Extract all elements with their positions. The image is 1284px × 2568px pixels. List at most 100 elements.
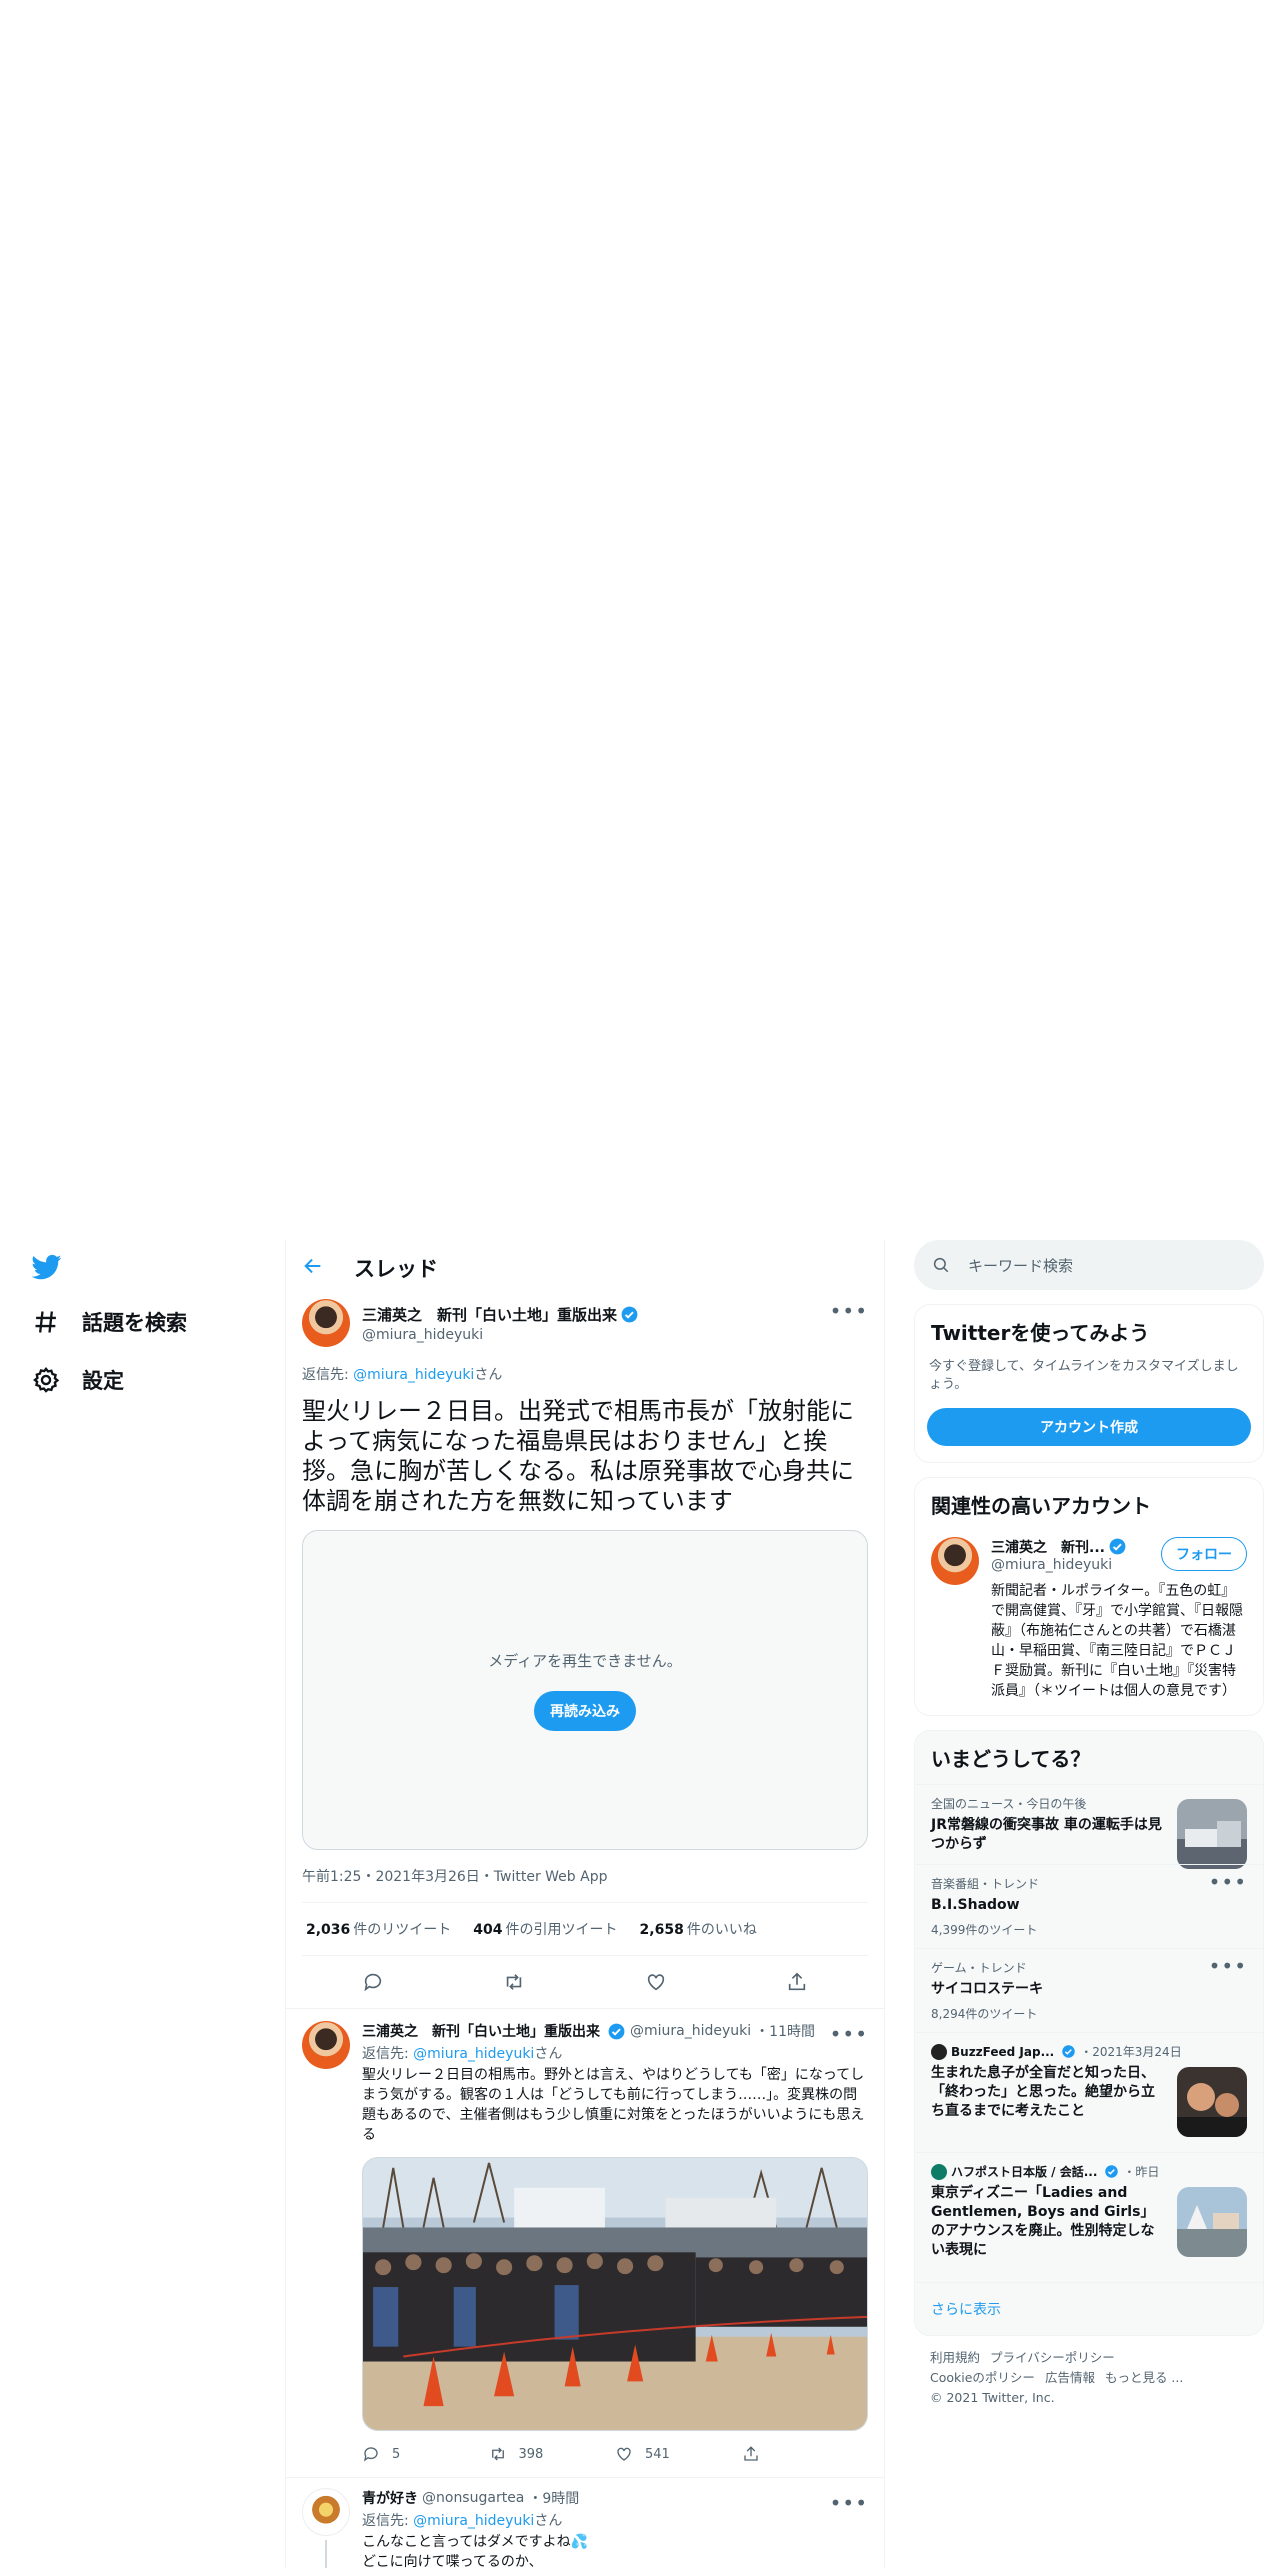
footer-ads-link[interactable]: 広告情報 xyxy=(1045,2370,1095,2385)
more-options-icon[interactable]: ••• xyxy=(1209,1956,1247,1976)
back-button[interactable] xyxy=(302,1255,324,1281)
trend-context: ハフポスト日本版 / 会話... xyxy=(951,2165,1098,2179)
reply-tweet[interactable]: 三浦英之 新刊「白い土地」重版出来 @miura_hideyuki ・11時間 … xyxy=(286,2008,884,2477)
related-title: 関連性の高いアカウント xyxy=(931,1494,1151,1518)
reply-action[interactable]: 5 xyxy=(362,2445,489,2463)
likes-stat[interactable]: 2,658 件のいいね xyxy=(640,1919,757,1939)
create-account-button[interactable]: アカウント作成 xyxy=(927,1408,1251,1446)
reply-tweet[interactable]: 青が好き @nonsugartea ・9時間 返信先: @miura_hidey… xyxy=(286,2477,884,2568)
footer-cookie-link[interactable]: Cookieのポリシー xyxy=(930,2370,1035,2385)
follow-button[interactable]: フォロー xyxy=(1161,1537,1247,1571)
search-box[interactable]: キーワード検索 xyxy=(914,1240,1264,1290)
nav-explore-label: 話題を検索 xyxy=(82,1311,187,1335)
nav-settings-label: 設定 xyxy=(82,1369,124,1393)
avatar[interactable] xyxy=(302,1299,350,1347)
trend-item[interactable]: 全国のニュース・今日の午後 JR常磐線の衝突事故 車の運転手は見つからず xyxy=(915,1784,1263,1869)
nav-settings[interactable]: 設定 xyxy=(32,1360,124,1400)
retweet-action[interactable]: 398 xyxy=(489,2445,616,2463)
footer-more-link[interactable]: もっと見る ... xyxy=(1105,2370,1183,2385)
reply-handle-link[interactable]: @miura_hideyuki xyxy=(413,2046,534,2062)
like-action[interactable]: 541 xyxy=(615,2445,742,2463)
reply-count: 5 xyxy=(392,2446,401,2462)
trends-title: いまどうしてる？ xyxy=(931,1747,1091,1771)
show-more-link[interactable]: さらに表示 xyxy=(915,2282,1263,2335)
reply-prefix: 返信先: xyxy=(362,2513,414,2529)
reply-suffix: さん xyxy=(534,2513,563,2529)
retweets-stat[interactable]: 2,036 件のリツイート xyxy=(306,1919,451,1939)
avatar[interactable] xyxy=(302,2021,350,2069)
trend-item[interactable]: BuzzFeed Jap... ・2021年3月24日 生まれた息子が全盲だと知っ… xyxy=(915,2032,1263,2152)
signup-description: 今すぐ登録して、タイムラインをカスタマイズしましょう。 xyxy=(929,1359,1239,1392)
verified-badge-icon xyxy=(621,1306,638,1322)
verified-badge-icon xyxy=(1105,2165,1119,2178)
tweet-actions xyxy=(302,1956,868,2008)
tweet-time[interactable]: ・9時間 xyxy=(528,2488,579,2508)
account-bio: 新聞記者・ルポライター。『五色の虹』で開高健賞、『牙』で小学館賞、『日報隠蔽』（… xyxy=(991,1583,1243,1699)
reply-icon xyxy=(363,2447,378,2462)
right-sidebar: キーワード検索 Twitterを使ってみよう 今すぐ登録して、タイムラインをカス… xyxy=(914,1240,1264,2420)
trend-time: ・2021年3月24日 xyxy=(1080,2045,1182,2059)
footer: 利用規約 プライバシーポリシー Cookieのポリシー 広告情報 もっと見る ... … xyxy=(914,2336,1264,2420)
reply-to: 返信先: @miura_hideyukiさん xyxy=(362,2510,868,2530)
trend-thumbnail xyxy=(1177,1799,1247,1869)
reply-handle-link[interactable]: @miura_hideyuki xyxy=(353,1367,474,1383)
share-icon[interactable] xyxy=(786,1971,808,1993)
share-action[interactable] xyxy=(742,2445,869,2463)
trend-title: サイコロステーキ xyxy=(931,1981,1043,1997)
footer-privacy-link[interactable]: プライバシーポリシー xyxy=(990,2350,1115,2365)
author-name[interactable]: 三浦英之 新刊「白い土地」重版出来 xyxy=(362,2021,600,2041)
trend-item[interactable]: ハフポスト日本版 / 会話... ・昨日 東京ディズニー「Ladies and G… xyxy=(915,2152,1263,2282)
quotes-count: 404 xyxy=(473,1922,503,1938)
trend-item[interactable]: ゲーム・トレンド サイコロステーキ 8,294件のツイート ••• xyxy=(915,1948,1263,2032)
thread-header: スレッド xyxy=(286,1240,884,1296)
retweets-count: 2,036 xyxy=(306,1922,351,1938)
more-options-icon[interactable]: ••• xyxy=(830,1301,868,1321)
footer-terms-link[interactable]: 利用規約 xyxy=(930,2350,980,2365)
author-handle[interactable]: @miura_hideyuki xyxy=(362,1327,639,1343)
avatar[interactable] xyxy=(302,2488,350,2536)
more-options-icon[interactable]: ••• xyxy=(830,2493,868,2513)
avatar[interactable] xyxy=(931,1537,979,1585)
source-avatar xyxy=(931,2043,947,2060)
quotes-stat[interactable]: 404 件の引用ツイート xyxy=(473,1919,617,1939)
author-handle[interactable]: @miura_hideyuki xyxy=(630,2023,751,2039)
twitter-logo-icon[interactable] xyxy=(30,1252,64,1282)
tweet-time[interactable]: ・11時間 xyxy=(755,2021,815,2041)
gear-icon xyxy=(33,1367,60,1393)
retweets-label: 件のリツイート xyxy=(353,1922,452,1938)
trend-item[interactable]: 音楽番組・トレンド B.I.Shadow 4,399件のツイート ••• xyxy=(915,1864,1263,1948)
reply-handle-link[interactable]: @miura_hideyuki xyxy=(413,2513,534,2529)
trend-time: ・昨日 xyxy=(1123,2165,1160,2179)
author-handle[interactable]: @nonsugartea xyxy=(422,2490,524,2506)
reply-to: 返信先: @miura_hideyukiさん xyxy=(362,2043,868,2063)
trend-context: BuzzFeed Jap... xyxy=(951,2044,1055,2059)
search-icon xyxy=(933,1257,949,1273)
author-name[interactable]: 青が好き xyxy=(362,2488,418,2508)
more-options-icon[interactable]: ••• xyxy=(1209,1872,1247,1892)
footer-copyright: © 2021 Twitter, Inc. xyxy=(930,2390,1055,2405)
retweet-icon[interactable] xyxy=(503,1971,525,1993)
related-accounts-card: 関連性の高いアカウント 三浦英之 新刊... @miura_hideyuki 新… xyxy=(914,1477,1264,1716)
tweet-text: 聖火リレー２日目の相馬市。野外とは言え、やはりどうしても「密」になってしまう気が… xyxy=(362,2067,865,2143)
thread-line xyxy=(325,2540,327,2568)
page-title: スレッド xyxy=(354,1257,438,1281)
like-icon[interactable] xyxy=(645,1971,667,1993)
trend-context: ゲーム・トレンド xyxy=(931,1961,1027,1975)
related-account[interactable]: 三浦英之 新刊... @miura_hideyuki 新聞記者・ルポライター。『… xyxy=(915,1531,1263,1715)
trend-title: B.I.Shadow xyxy=(931,1897,1020,1913)
main-column: スレッド 三浦英之 新刊「白い土地」重版出来 @miura_hideyuki •… xyxy=(285,1240,885,2568)
more-options-icon[interactable]: ••• xyxy=(830,2024,868,2044)
reply-icon[interactable] xyxy=(362,1971,384,1993)
reload-button[interactable]: 再読み込み xyxy=(534,1690,636,1731)
tweet-text: 聖火リレー２日目。出発式で相馬市長が「放射能によって病気になった福島県民はおりま… xyxy=(302,1397,854,1515)
crowd-photo[interactable] xyxy=(362,2157,868,2431)
like-icon xyxy=(617,2447,631,2461)
author-name-row[interactable]: 三浦英之 新刊「白い土地」重版出来 xyxy=(362,1304,639,1325)
media-player[interactable]: メディアを再生できません。 再読み込み xyxy=(302,1530,868,1850)
verified-badge-icon xyxy=(608,2023,625,2039)
trend-count: 4,399件のツイート xyxy=(931,1923,1038,1937)
nav-explore[interactable]: 話題を検索 xyxy=(32,1302,187,1342)
arrow-left-icon xyxy=(304,1258,321,1274)
likes-count: 2,658 xyxy=(639,1922,684,1938)
verified-badge-icon xyxy=(1062,2045,1075,2058)
